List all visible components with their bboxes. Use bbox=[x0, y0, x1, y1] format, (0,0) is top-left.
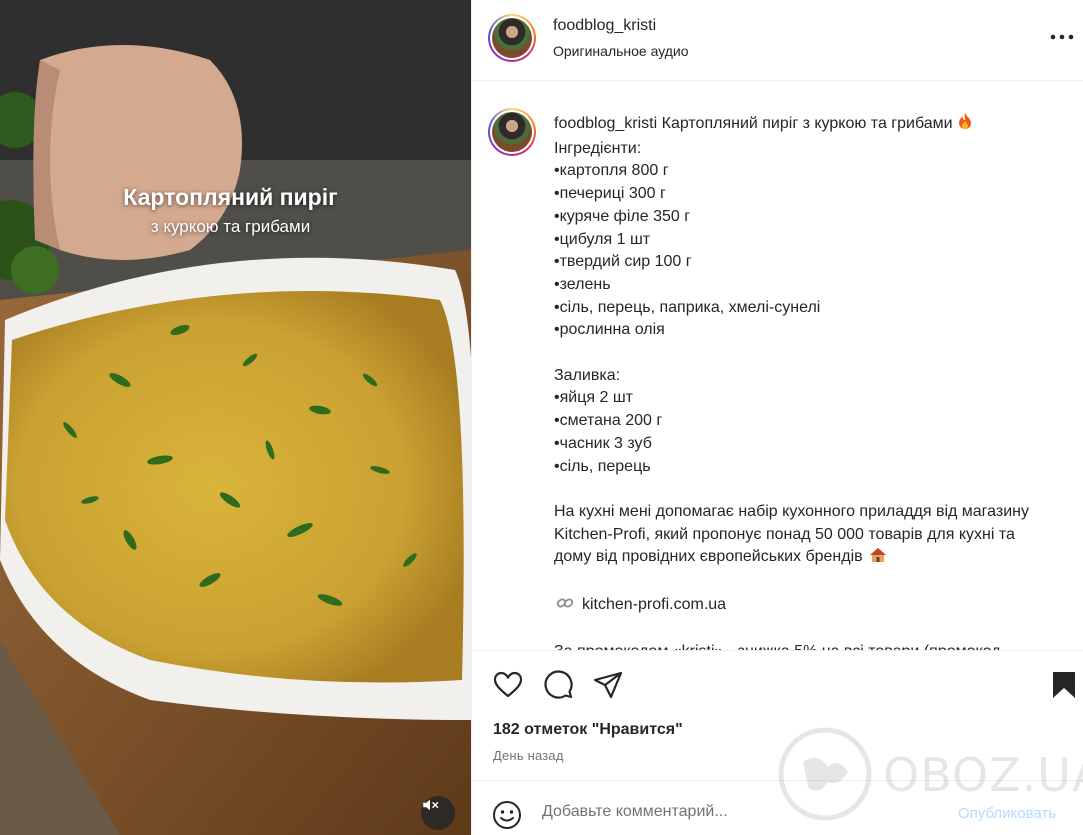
caption-text: foodblog_kristi Картопляний пиріг з курк… bbox=[554, 112, 1074, 650]
caption-avatar[interactable] bbox=[488, 108, 536, 156]
caption-link-line: kitchen-profi.com.ua bbox=[554, 594, 1074, 619]
caption-line: •сіль, перець bbox=[554, 457, 651, 475]
speaker-muted-icon bbox=[423, 799, 439, 811]
caption-line-with-emoji: дому від провідних європейських брендів bbox=[554, 546, 1074, 571]
caption-line: На кухні мені допомагає набір кухонного … bbox=[554, 502, 1029, 520]
kitchen-profi-link[interactable]: kitchen-profi.com.ua bbox=[582, 596, 726, 613]
caption-line: •твердий сир 100 г bbox=[554, 253, 692, 271]
original-audio-link[interactable]: Оригинальное аудио bbox=[553, 43, 689, 59]
comment-bar: Опубликовать bbox=[472, 780, 1083, 835]
caption-line: •зелень bbox=[554, 275, 611, 293]
caption-line: •яйця 2 шт bbox=[554, 389, 633, 407]
caption-line: •рослинна олія bbox=[554, 321, 665, 339]
more-options-icon[interactable] bbox=[1049, 27, 1075, 47]
caption-line: •цибуля 1 шт bbox=[554, 230, 651, 248]
comment-icon[interactable] bbox=[542, 669, 574, 701]
link-icon bbox=[556, 595, 574, 619]
video-overlay-subtitle: з куркою та грибами bbox=[150, 217, 311, 236]
caption-line: Заливка: bbox=[554, 366, 621, 384]
caption-line: •куряче філе 350 г bbox=[554, 207, 691, 225]
caption-line: Kitchen-Profi, який пропонує понад 50 00… bbox=[554, 525, 1015, 543]
post-side-panel: foodblog_kristi Оригинальное аудио foodb… bbox=[471, 0, 1083, 835]
mute-button[interactable] bbox=[421, 796, 455, 830]
post-media[interactable]: Картопляний пиріг з куркою та грибами bbox=[0, 0, 471, 835]
post-actions: 182 отметок "Нравится" День назад bbox=[472, 650, 1083, 780]
caption-line-text: дому від провідних європейських брендів bbox=[554, 548, 863, 566]
caption-line: •сіль, перець, паприка, хмелі-сунелі bbox=[554, 298, 821, 316]
caption-line: Інгредієнти: bbox=[554, 139, 642, 157]
caption-line: •картопля 800 г bbox=[554, 162, 669, 180]
avatar[interactable] bbox=[488, 14, 536, 62]
header-username[interactable]: foodblog_kristi bbox=[553, 17, 656, 35]
comment-input[interactable] bbox=[542, 803, 902, 821]
caption-first-line: foodblog_kristi Картопляний пиріг з курк… bbox=[554, 112, 1074, 138]
post-comment-button[interactable]: Опубликовать bbox=[958, 805, 1056, 822]
caption-line: •сметана 200 г bbox=[554, 412, 663, 430]
caption-line: За промокодом «kristi» - знижка 5% на вс… bbox=[554, 641, 1074, 650]
heart-icon[interactable] bbox=[492, 669, 524, 701]
post-time[interactable]: День назад bbox=[493, 748, 564, 763]
likes-count[interactable]: 182 отметок "Нравится" bbox=[493, 721, 683, 739]
fire-icon bbox=[957, 112, 973, 138]
share-icon[interactable] bbox=[592, 669, 624, 701]
post-header: foodblog_kristi Оригинальное аудио bbox=[472, 0, 1083, 81]
bookmark-icon[interactable] bbox=[1048, 669, 1080, 701]
food-photo bbox=[0, 0, 471, 835]
caption-line: •печериці 300 г bbox=[554, 185, 666, 203]
caption-line: •часник 3 зуб bbox=[554, 434, 652, 452]
caption-title: Картопляний пиріг з куркою та грибами bbox=[661, 115, 953, 132]
smile-icon[interactable] bbox=[492, 800, 522, 830]
house-icon bbox=[869, 547, 887, 571]
video-overlay-title: Картопляний пиріг bbox=[123, 184, 338, 210]
post-caption-area: foodblog_kristi Картопляний пиріг з курк… bbox=[472, 82, 1083, 650]
caption-username[interactable]: foodblog_kristi bbox=[554, 115, 657, 132]
